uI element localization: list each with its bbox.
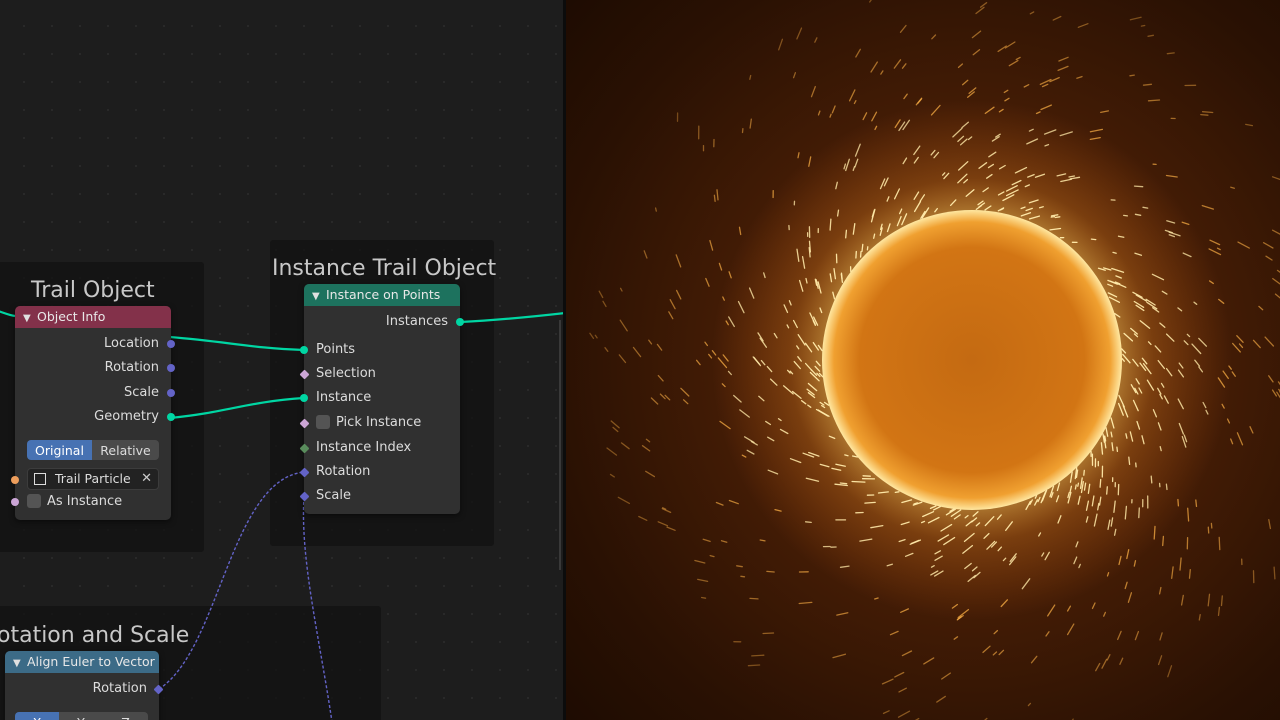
link-scale-dashed (302, 496, 333, 720)
node-editor[interactable]: Trail Object Instance Trail Object otati… (0, 0, 563, 720)
node-title: Object Info (37, 309, 106, 324)
chevron-down-icon[interactable]: ▼ (312, 286, 326, 308)
clear-icon[interactable]: ✕ (141, 469, 152, 489)
output-rotation-euler: Rotation (5, 679, 164, 699)
input-pick-instance: Pick Instance (299, 413, 460, 433)
toggle-original[interactable]: Original (27, 440, 92, 460)
socket-location[interactable] (167, 340, 175, 348)
input-instance: Instance (300, 388, 460, 408)
output-scale: Scale (15, 383, 175, 403)
node-header-object-info[interactable]: ▼ Object Info (15, 306, 171, 328)
output-instances: Instances (304, 312, 464, 332)
node-header-align-euler[interactable]: ▼ Align Euler to Vector (5, 651, 159, 673)
glowing-sphere (822, 210, 1122, 510)
socket-instance[interactable] (300, 394, 308, 402)
chevron-down-icon[interactable]: ▼ (13, 653, 27, 675)
pick-instance-checkbox[interactable] (316, 415, 330, 429)
link-left-in (0, 310, 16, 318)
link-rotation-dashed (158, 471, 305, 690)
axis-z[interactable]: Z (103, 712, 148, 720)
object-field[interactable]: Trail Particle ✕ (27, 468, 159, 490)
node-align-euler-to-vector[interactable]: ▼Align Euler to Vector Rotation X Y Z (5, 651, 164, 720)
node-title: Align Euler to Vector (27, 654, 155, 669)
node-instance-on-points[interactable]: ▼ Instance on Points Instances Points Sel… (299, 284, 464, 514)
socket-scale[interactable] (167, 389, 175, 397)
input-instance-index: Instance Index (299, 438, 460, 458)
chevron-down-icon[interactable]: ▼ (23, 308, 37, 330)
socket-instances[interactable] (456, 318, 464, 326)
axis-y[interactable]: Y (59, 712, 103, 720)
node-header-instance-on-points[interactable]: ▼ Instance on Points (304, 284, 460, 306)
input-as-instance: As Instance (11, 492, 171, 512)
node-object-info[interactable]: ▼ Object Info Location Rotation Scale Geo… (11, 306, 175, 520)
output-geometry: Geometry (15, 407, 175, 427)
node-title: Instance on Points (326, 287, 441, 302)
input-points: Points (300, 340, 460, 360)
axis-x[interactable]: X (15, 712, 59, 720)
toggle-relative[interactable]: Relative (92, 440, 159, 460)
axis-selector: X Y Z (15, 712, 148, 720)
render-viewport[interactable] (566, 0, 1280, 720)
input-scale: Scale (299, 486, 460, 506)
socket-as-instance[interactable] (11, 498, 19, 506)
as-instance-checkbox[interactable] (27, 494, 41, 508)
object-field-value: Trail Particle (55, 471, 131, 486)
socket-rotation[interactable] (167, 364, 175, 372)
input-selection: Selection (299, 364, 460, 384)
socket-geometry[interactable] (167, 413, 175, 421)
link-instances-out (459, 312, 563, 324)
output-rotation: Rotation (15, 358, 175, 378)
object-cube-icon (34, 473, 46, 485)
socket-points[interactable] (300, 346, 308, 354)
transform-space-toggle: Original Relative (27, 440, 159, 460)
socket-object-input[interactable] (11, 476, 19, 484)
link-location-points (169, 335, 305, 352)
output-location: Location (15, 334, 175, 354)
sparks-render-icon (589, 0, 1280, 720)
input-rotation: Rotation (299, 462, 460, 482)
link-geometry-instance (169, 396, 305, 420)
